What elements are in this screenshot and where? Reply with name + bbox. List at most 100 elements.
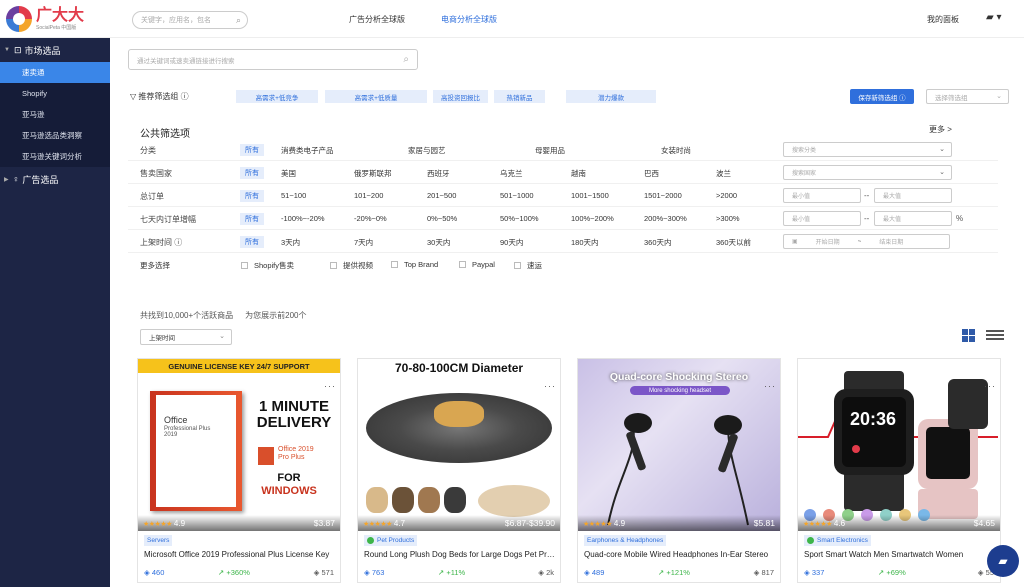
list-view-icon[interactable] bbox=[986, 330, 1004, 342]
product-image[interactable]: 20:36 ··· ★★★★★ 4.6 $4.65 bbox=[798, 359, 1000, 531]
filter-option[interactable]: 波兰 bbox=[716, 168, 731, 179]
choose-filter-group-select[interactable]: 选择筛选组 ⌄ bbox=[926, 89, 1009, 104]
sidebar-item-amazon-keyword[interactable]: 亚马逊关键词分析 bbox=[0, 146, 110, 167]
nav-ecommerce-analysis[interactable]: 电商分析全球版 bbox=[441, 14, 497, 25]
category-tag[interactable]: Earphones & Headphones bbox=[584, 535, 667, 546]
filter-all-tag[interactable]: 所有 bbox=[240, 213, 264, 225]
grid-view-icon[interactable] bbox=[962, 329, 975, 342]
recommend-pill[interactable]: 潜力爆款 bbox=[566, 90, 656, 103]
sidebar-item-shopify[interactable]: Shopify bbox=[0, 83, 110, 104]
dashboard-link[interactable]: 我的面板 bbox=[927, 14, 959, 25]
filter-option[interactable]: 101~200 bbox=[354, 191, 383, 200]
filter-option[interactable]: 1001~1500 bbox=[571, 191, 609, 200]
more-filters-link[interactable]: 更多 > bbox=[929, 124, 952, 135]
category-tag[interactable]: Pet Products bbox=[364, 535, 418, 546]
filter-all-tag[interactable]: 所有 bbox=[240, 167, 264, 179]
filter-option[interactable]: 201~500 bbox=[427, 191, 456, 200]
global-search-input[interactable]: 关键字，应用名，包名 ⌕ bbox=[132, 11, 248, 29]
filter-all-tag[interactable]: 所有 bbox=[240, 144, 264, 156]
more-icon[interactable]: ··· bbox=[544, 381, 556, 391]
product-search-input[interactable]: 通过关键词或速卖通链接进行搜索 ⌕ bbox=[128, 49, 418, 70]
filter-option[interactable]: 美国 bbox=[281, 168, 296, 179]
checkbox-box bbox=[330, 262, 337, 269]
product-title[interactable]: Quad-core Mobile Wired Headphones In-Ear… bbox=[584, 550, 776, 559]
category-tag[interactable]: Servers bbox=[144, 535, 173, 546]
recommend-pill[interactable]: 高投资回报比 bbox=[433, 90, 488, 103]
filter-option[interactable]: 乌克兰 bbox=[500, 168, 523, 179]
filter-option[interactable]: 30天内 bbox=[427, 237, 450, 248]
checkbox-paypal[interactable]: Paypal bbox=[459, 260, 495, 269]
category-tag[interactable]: Smart Electronics bbox=[804, 535, 871, 546]
product-card[interactable]: 70-80-100CM Diameter ··· ★★★★★ 4.7 $6.87-… bbox=[357, 358, 561, 583]
filter-option[interactable]: 180天内 bbox=[571, 237, 599, 248]
filter-option[interactable]: 7天内 bbox=[354, 237, 373, 248]
more-icon[interactable]: ··· bbox=[764, 381, 776, 391]
recommend-pill[interactable]: 高需求+低竞争 bbox=[236, 90, 318, 103]
search-icon[interactable]: ⌕ bbox=[403, 54, 409, 65]
filter-option[interactable]: 51~100 bbox=[281, 191, 306, 200]
search-icon[interactable]: ⌕ bbox=[236, 15, 241, 26]
sidebar-group-ads[interactable]: ▶ ♀ 广告选品 bbox=[0, 167, 110, 191]
country-search-select[interactable]: 搜索国家 ⌄ bbox=[783, 165, 952, 180]
filter-option[interactable]: 女装时尚 bbox=[661, 145, 691, 156]
filter-option[interactable]: -100%~-20% bbox=[281, 214, 325, 223]
checkbox-shopify[interactable]: Shopify售卖 bbox=[241, 260, 294, 271]
filter-option[interactable]: 消费类电子产品 bbox=[281, 145, 334, 156]
logo[interactable]: 广大大 SocialPeta 中国版 bbox=[6, 6, 84, 32]
growth-min-input[interactable]: 最小值 bbox=[783, 211, 861, 226]
chat-icon[interactable]: ▰ bbox=[987, 545, 1019, 577]
filter-option[interactable]: -20%~0% bbox=[354, 214, 387, 223]
filter-option[interactable]: 西班牙 bbox=[427, 168, 450, 179]
filter-option[interactable]: 360天以前 bbox=[716, 237, 751, 248]
filter-option[interactable]: 母婴用品 bbox=[535, 145, 565, 156]
message-icon[interactable]: ▰ ▾ bbox=[986, 12, 1002, 23]
product-card[interactable]: 20:36 ··· ★★★★★ 4.6 $4.65 Smart Electron… bbox=[797, 358, 1001, 583]
product-card[interactable]: Quad-core Shocking Stereo More shocking … bbox=[577, 358, 781, 583]
more-icon[interactable]: ··· bbox=[984, 381, 996, 391]
sort-select[interactable]: 上架时间 ⌄ bbox=[140, 329, 232, 345]
checkbox-fast-shipping[interactable]: 速运 bbox=[514, 260, 542, 271]
filter-option[interactable]: >2000 bbox=[716, 191, 737, 200]
sidebar-item-amazon-category[interactable]: 亚马逊选品类洞察 bbox=[0, 125, 110, 146]
filter-all-tag[interactable]: 所有 bbox=[240, 236, 264, 248]
growth-max-input[interactable]: 最大值 bbox=[874, 211, 952, 226]
sidebar-item-aliexpress[interactable]: 速卖通 bbox=[0, 62, 110, 83]
date-range-input[interactable]: ▣ 开始日期 ~ 结束日期 bbox=[783, 234, 950, 249]
product-image[interactable]: Quad-core Shocking Stereo More shocking … bbox=[578, 359, 780, 531]
filter-option[interactable]: 90天内 bbox=[500, 237, 523, 248]
checkbox-top-brand[interactable]: Top Brand bbox=[391, 260, 438, 269]
filter-all-tag[interactable]: 所有 bbox=[240, 190, 264, 202]
product-card[interactable]: GENUINE LICENSE KEY 24/7 SUPPORT Office … bbox=[137, 358, 341, 583]
filter-option[interactable]: 100%~200% bbox=[571, 214, 614, 223]
product-title[interactable]: Sport Smart Watch Men Smartwatch Women bbox=[804, 550, 996, 559]
filter-option[interactable]: 越南 bbox=[571, 168, 586, 179]
product-image[interactable]: GENUINE LICENSE KEY 24/7 SUPPORT Office … bbox=[138, 359, 340, 531]
filter-option[interactable]: 360天内 bbox=[644, 237, 672, 248]
category-search-select[interactable]: 搜索分类 ⌄ bbox=[783, 142, 952, 157]
save-filter-group-button[interactable]: 保存新筛选组 ⓘ bbox=[850, 89, 914, 104]
orders-min-input[interactable]: 最小值 bbox=[783, 188, 861, 203]
orders-max-input[interactable]: 最大值 bbox=[874, 188, 952, 203]
recommend-pill[interactable]: 高需求+低质量 bbox=[325, 90, 427, 103]
help-icon[interactable]: ⓘ bbox=[174, 238, 182, 247]
filter-option[interactable]: 巴西 bbox=[644, 168, 659, 179]
nav-ad-analysis[interactable]: 广告分析全球版 bbox=[349, 14, 405, 25]
filter-option[interactable]: 3天内 bbox=[281, 237, 300, 248]
recommend-pill[interactable]: 热销新品 bbox=[494, 90, 545, 103]
filter-option[interactable]: 200%~300% bbox=[644, 214, 687, 223]
filter-option[interactable]: 俄罗斯联邦 bbox=[354, 168, 392, 179]
sidebar-item-amazon[interactable]: 亚马逊 bbox=[0, 104, 110, 125]
filter-option[interactable]: 501~1000 bbox=[500, 191, 534, 200]
filter-option[interactable]: 家居与园艺 bbox=[408, 145, 446, 156]
filter-option[interactable]: 1501~2000 bbox=[644, 191, 682, 200]
help-icon[interactable]: ⓘ bbox=[181, 92, 189, 101]
filter-option[interactable]: 0%~50% bbox=[427, 214, 457, 223]
sidebar-group-market[interactable]: ▼ ⊡ 市场选品 bbox=[0, 38, 110, 62]
filter-option[interactable]: 50%~100% bbox=[500, 214, 539, 223]
filter-option[interactable]: >300% bbox=[716, 214, 740, 223]
more-icon[interactable]: ··· bbox=[324, 381, 336, 391]
product-title[interactable]: Round Long Plush Dog Beds for Large Dogs… bbox=[364, 550, 556, 559]
product-image[interactable]: 70-80-100CM Diameter ··· ★★★★★ 4.7 $6.87-… bbox=[358, 359, 560, 531]
checkbox-video[interactable]: 提供视频 bbox=[330, 260, 373, 271]
product-title[interactable]: Microsoft Office 2019 Professional Plus … bbox=[144, 550, 336, 559]
